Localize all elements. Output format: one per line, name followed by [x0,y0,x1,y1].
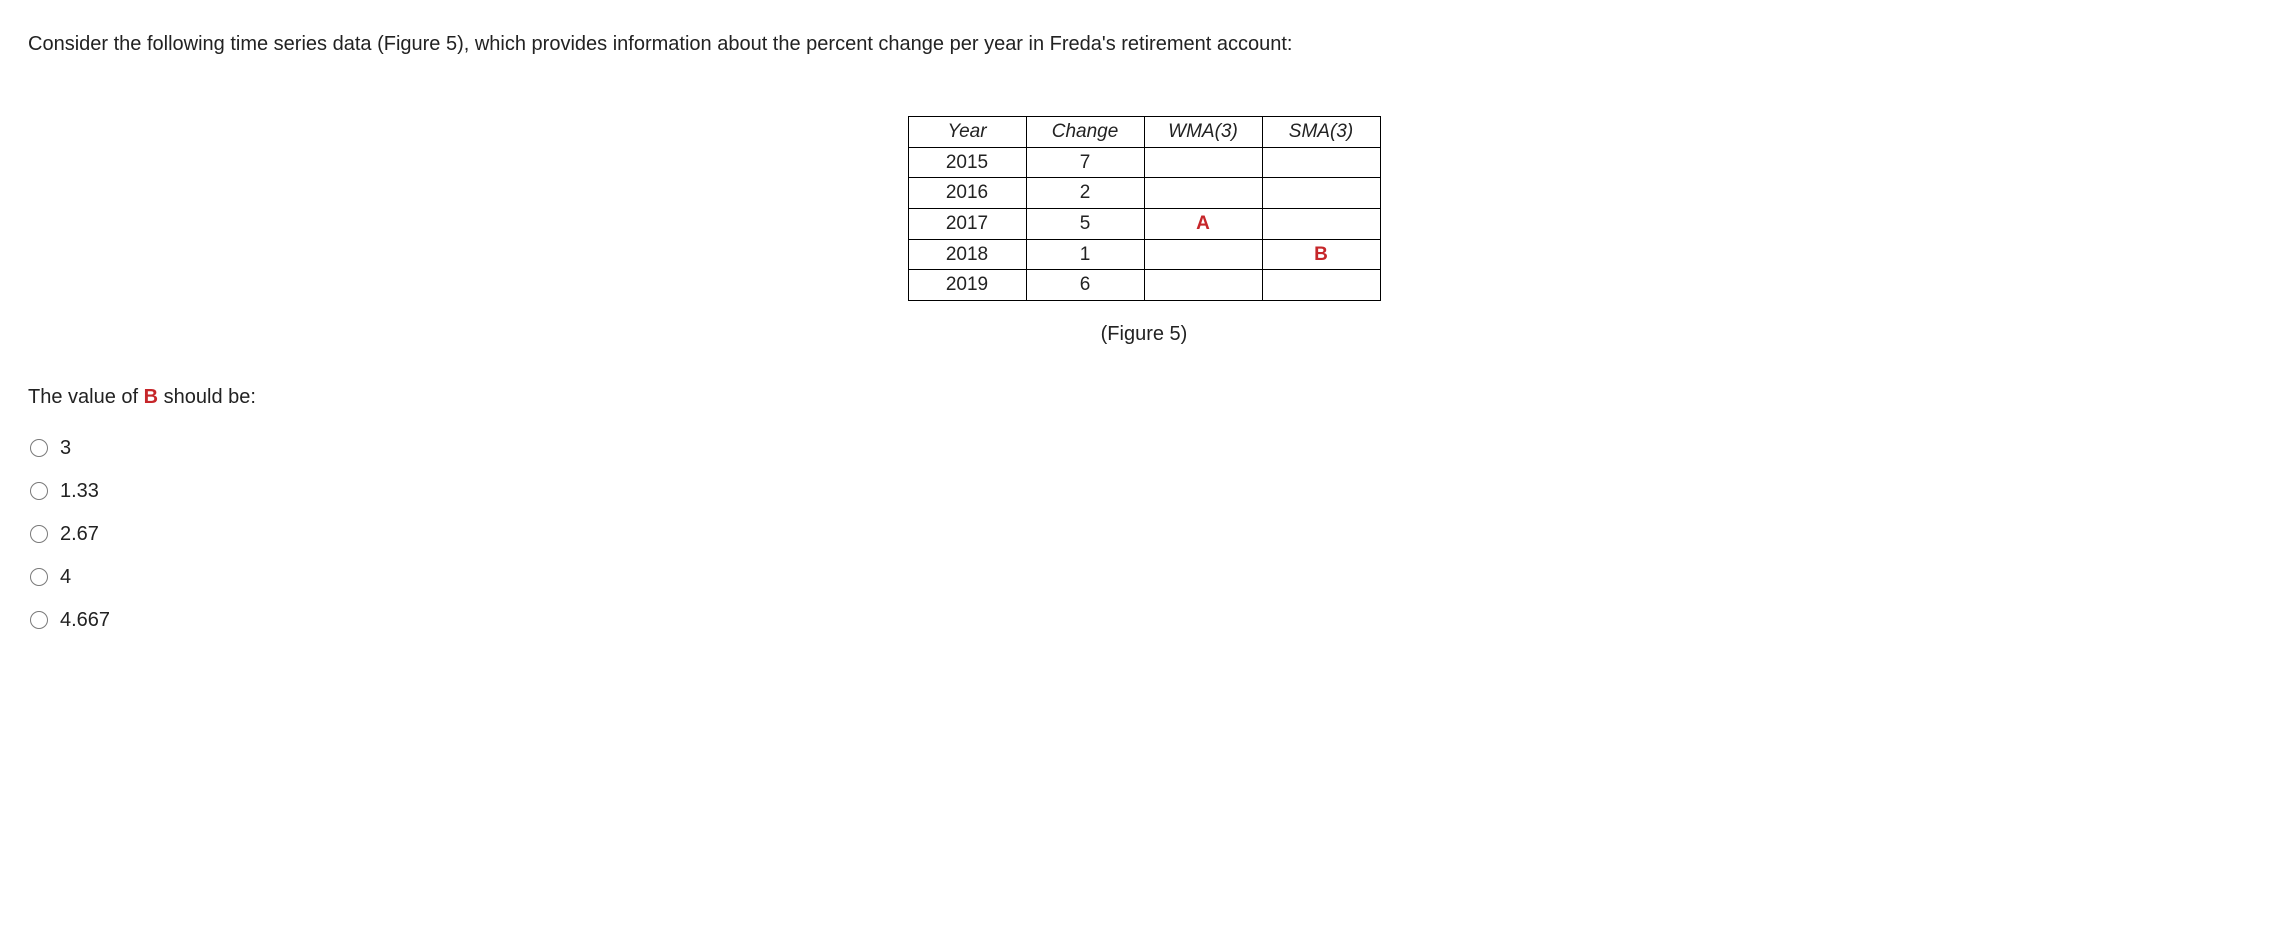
option-label: 4.667 [60,609,110,632]
cell-year: 2019 [908,270,1026,301]
figure-5: Year Change WMA(3) SMA(3) 2015 7 2016 2 … [28,116,2260,346]
cell-wma [1144,147,1262,178]
cell-year: 2017 [908,208,1026,239]
cell-change: 5 [1026,208,1144,239]
table-row: 2017 5 A [908,208,1380,239]
cell-change: 6 [1026,270,1144,301]
cell-wma [1144,270,1262,301]
option-0[interactable]: 3 [28,427,2260,470]
table-row: 2015 7 [908,147,1380,178]
col-header-sma: SMA(3) [1262,117,1380,148]
option-1[interactable]: 1.33 [28,470,2260,513]
cell-change: 2 [1026,178,1144,209]
radio-icon [30,439,48,457]
option-3[interactable]: 4 [28,556,2260,599]
col-header-change: Change [1026,117,1144,148]
option-4[interactable]: 4.667 [28,599,2260,642]
cell-wma-a: A [1144,208,1262,239]
cell-sma [1262,178,1380,209]
col-header-year: Year [908,117,1026,148]
radio-icon [30,568,48,586]
cell-change: 7 [1026,147,1144,178]
cell-sma [1262,270,1380,301]
cell-wma [1144,178,1262,209]
cell-year: 2018 [908,239,1026,270]
radio-icon [30,482,48,500]
table-row: 2019 6 [908,270,1380,301]
col-header-wma: WMA(3) [1144,117,1262,148]
table-row: 2016 2 [908,178,1380,209]
table-header-row: Year Change WMA(3) SMA(3) [908,117,1380,148]
cell-change: 1 [1026,239,1144,270]
prompt-bold: B [144,386,158,408]
data-table: Year Change WMA(3) SMA(3) 2015 7 2016 2 … [908,116,1381,301]
question-prompt: The value of B should be: [28,386,2260,409]
figure-caption: (Figure 5) [28,323,2260,346]
radio-icon [30,611,48,629]
option-label: 2.67 [60,523,99,546]
cell-sma [1262,208,1380,239]
cell-sma-b: B [1262,239,1380,270]
table-row: 2018 1 B [908,239,1380,270]
cell-sma [1262,147,1380,178]
cell-year: 2016 [908,178,1026,209]
option-label: 4 [60,566,71,589]
option-2[interactable]: 2.67 [28,513,2260,556]
option-label: 1.33 [60,480,99,503]
answer-options: 3 1.33 2.67 4 4.667 [28,427,2260,642]
option-label: 3 [60,437,71,460]
prompt-prefix: The value of [28,386,144,408]
cell-wma [1144,239,1262,270]
question-intro: Consider the following time series data … [28,30,2260,58]
cell-year: 2015 [908,147,1026,178]
radio-icon [30,525,48,543]
prompt-suffix: should be: [158,386,256,408]
